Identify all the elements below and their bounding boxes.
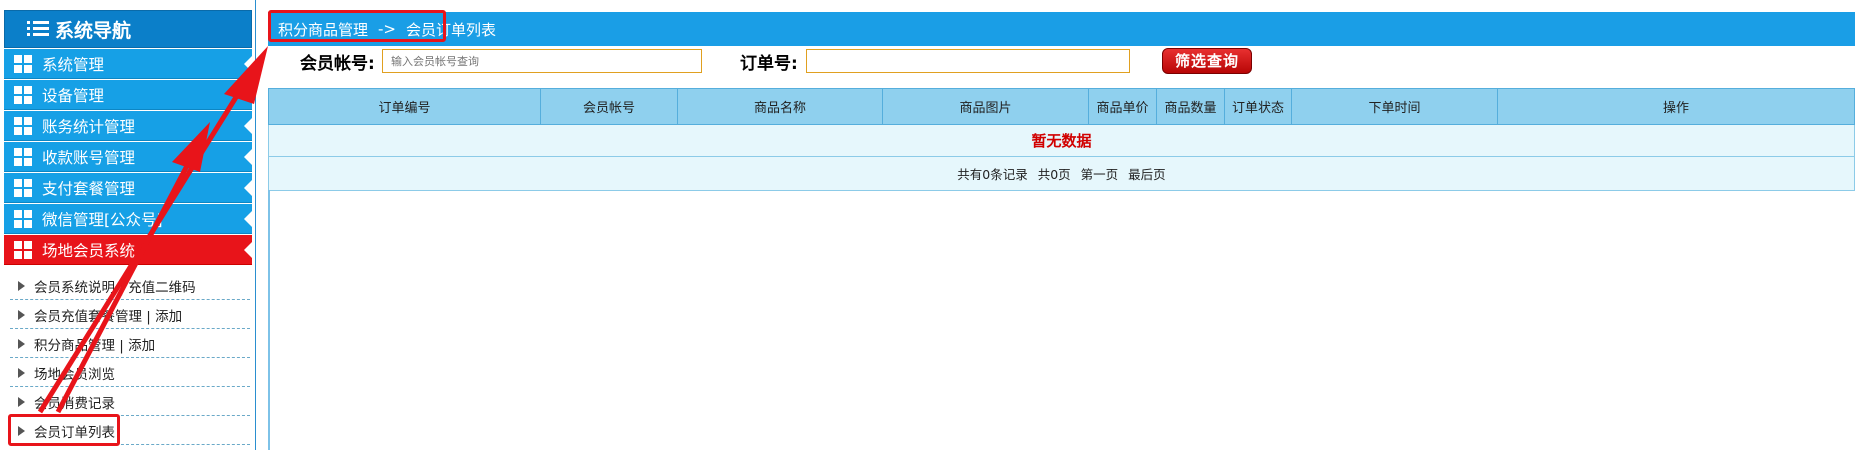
column-header-order-id: 订单编号 — [268, 88, 541, 125]
column-header-actions: 操作 — [1497, 88, 1855, 125]
triangle-right-icon — [18, 367, 25, 378]
subitem-consumption-records[interactable]: 会员消费记录 — [10, 388, 250, 416]
triangle-right-icon — [18, 338, 25, 349]
subitem-points-products[interactable]: 积分商品管理 | 添加 — [10, 330, 250, 358]
pager-row: 共有0条记录 共0页 第一页 最后页 — [268, 156, 1855, 191]
pager-pages: 共0页 — [1037, 167, 1071, 182]
subitem-highlight-box — [8, 414, 120, 446]
grid-icon — [14, 178, 32, 197]
sidebar-item-label: 设备管理 — [42, 86, 105, 105]
column-header-quantity: 商品数量 — [1156, 88, 1225, 125]
sidebar-item-devices[interactable]: 设备管理 — [4, 80, 253, 110]
subitem-recharge-packages[interactable]: 会员充值套餐管理 | 添加 — [10, 301, 250, 329]
triangle-right-icon — [18, 280, 25, 291]
sidebar-item-label: 支付套餐管理 — [42, 179, 136, 198]
member-account-label: 会员帐号: — [300, 54, 375, 74]
sidebar-item-payment-packages[interactable]: 支付套餐管理 — [4, 173, 253, 203]
expand-notch-icon — [244, 86, 253, 104]
subitem-label: 会员充值套餐管理 | 添加 — [34, 308, 183, 325]
order-number-input[interactable] — [806, 49, 1130, 73]
order-number-label: 订单号: — [740, 54, 798, 74]
sidebar-item-payment-accounts[interactable]: 收款账号管理 — [4, 142, 253, 172]
column-header-member-account: 会员帐号 — [540, 88, 678, 125]
subitem-member-intro[interactable]: 会员系统说明 | 充值二维码 — [10, 272, 250, 300]
pager-last-link[interactable]: 最后页 — [1128, 167, 1166, 182]
column-header-order-time: 下单时间 — [1291, 88, 1498, 125]
pager: 共有0条记录 共0页 第一页 最后页 — [268, 156, 1855, 191]
grid-icon — [14, 116, 32, 135]
column-header-product-image: 商品图片 — [882, 88, 1089, 125]
expand-notch-icon — [244, 117, 253, 135]
sidebar-item-label: 系统管理 — [42, 55, 105, 74]
expand-notch-icon — [244, 55, 253, 73]
grid-icon — [14, 240, 32, 259]
sidebar-item-accounting[interactable]: 账务统计管理 — [4, 111, 253, 141]
filter-bar: 会员帐号: 订单号: 筛选查询 — [268, 46, 1855, 86]
grid-icon — [14, 209, 32, 228]
expand-notch-icon — [244, 179, 253, 197]
grid-icon — [14, 54, 32, 73]
sidebar-item-label: 收款账号管理 — [42, 148, 136, 167]
sidebar-item-label: 微信管理[公众号] — [42, 210, 163, 229]
sidebar-item-venue-members[interactable]: 场地会员系统 — [4, 235, 253, 265]
top-bar — [268, 12, 1855, 46]
expand-notch-icon — [244, 148, 253, 166]
pager-first-link[interactable]: 第一页 — [1081, 167, 1119, 182]
breadcrumb-highlight-box — [268, 10, 446, 42]
triangle-right-icon — [18, 396, 25, 407]
table-header-row: 订单编号 会员帐号 商品名称 商品图片 商品单价 商品数量 订单状态 下单时间 … — [268, 88, 1855, 125]
subitem-label: 会员消费记录 — [34, 395, 115, 412]
filter-search-button[interactable]: 筛选查询 — [1162, 48, 1252, 74]
pager-records: 共有0条记录 — [957, 167, 1028, 182]
sidebar-item-label: 场地会员系统 — [42, 241, 136, 260]
sidebar-item-label: 账务统计管理 — [42, 117, 136, 136]
list-icon — [27, 20, 49, 38]
subitem-label: 积分商品管理 | 添加 — [34, 337, 156, 354]
sidebar-item-system[interactable]: 系统管理 — [4, 49, 253, 79]
sidebar: 系统导航 系统管理 设备管理 账务统计管理 收款账号管理 支付套餐管理 微信管理… — [0, 0, 256, 450]
orders-table: 订单编号 会员帐号 商品名称 商品图片 商品单价 商品数量 订单状态 下单时间 … — [268, 88, 1855, 191]
screen: 系统导航 系统管理 设备管理 账务统计管理 收款账号管理 支付套餐管理 微信管理… — [0, 0, 1855, 450]
sidebar-item-wechat[interactable]: 微信管理[公众号] — [4, 204, 253, 234]
expand-notch-icon — [244, 210, 253, 228]
sidebar-header: 系统导航 — [4, 10, 252, 48]
empty-row: 暂无数据 — [268, 124, 1855, 157]
main-panel — [268, 190, 1855, 450]
triangle-right-icon — [18, 309, 25, 320]
grid-icon — [14, 147, 32, 166]
subitem-label: 会员系统说明 | 充值二维码 — [34, 279, 196, 296]
grid-icon — [14, 85, 32, 104]
sidebar-title: 系统导航 — [55, 19, 132, 42]
column-header-product-name: 商品名称 — [677, 88, 883, 125]
member-account-input[interactable] — [382, 49, 702, 73]
expand-notch-icon — [244, 241, 253, 259]
subitem-label: 场地会员浏览 — [34, 366, 115, 383]
empty-message: 暂无数据 — [268, 124, 1855, 157]
column-header-order-status: 订单状态 — [1224, 88, 1292, 125]
subitem-member-browse[interactable]: 场地会员浏览 — [10, 359, 250, 387]
column-header-unit-price: 商品单价 — [1088, 88, 1157, 125]
